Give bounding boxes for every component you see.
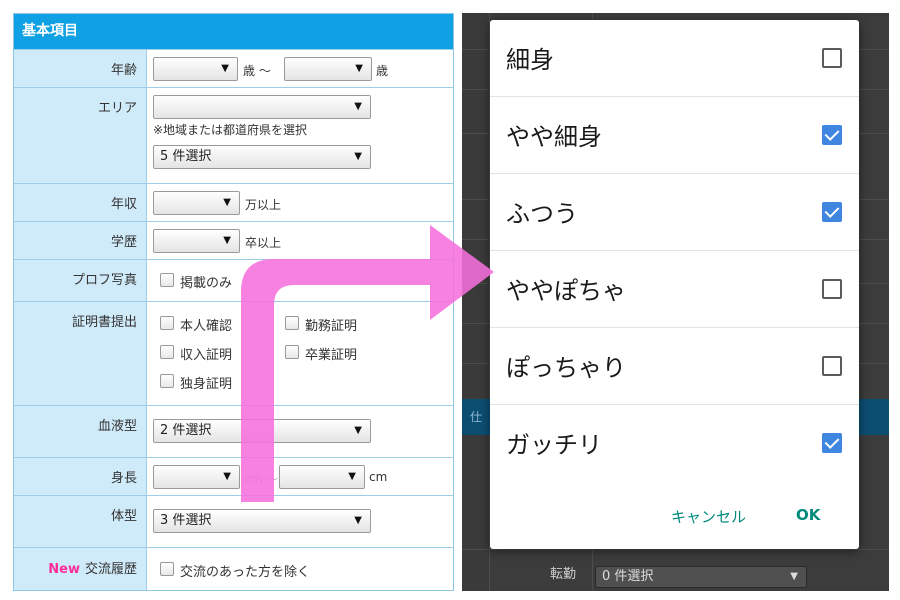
exchange-history-row: New 交流履歴 交流のあった方を除く bbox=[14, 547, 453, 590]
triangle-down-icon: ▼ bbox=[221, 63, 229, 74]
area-selected-value: 5 件選択 bbox=[160, 149, 212, 164]
transfer-label: 転勤 bbox=[550, 567, 577, 582]
option-checkbox[interactable] bbox=[822, 433, 842, 453]
option-checkbox[interactable] bbox=[822, 125, 842, 145]
triangle-down-icon: ▼ bbox=[790, 571, 798, 582]
option-checkbox[interactable] bbox=[822, 202, 842, 222]
height-from-unit: cm 〜 bbox=[244, 472, 279, 486]
background-row-line bbox=[462, 549, 889, 550]
income-unit: 万以上 bbox=[245, 198, 282, 212]
cert-income-checkbox[interactable] bbox=[160, 345, 174, 359]
height-max-select[interactable]: ▼ bbox=[279, 465, 365, 489]
cert-single-checkbox[interactable] bbox=[160, 374, 174, 388]
option-checkbox[interactable] bbox=[822, 356, 842, 376]
blood-type-select[interactable]: 2 件選択 ▼ bbox=[153, 419, 371, 443]
ok-button[interactable]: OK bbox=[796, 506, 820, 524]
certificates-label: 証明書提出 bbox=[14, 302, 147, 405]
dialog-option[interactable]: やや細身 bbox=[490, 97, 859, 174]
age-row: 年齢 ▼ 歳 〜 ▼ 歳 bbox=[14, 49, 453, 87]
option-label: ガッチリ bbox=[506, 431, 602, 459]
age-to-unit: 歳 bbox=[376, 64, 389, 78]
age-max-select[interactable]: ▼ bbox=[284, 57, 372, 81]
section-header: 基本項目 bbox=[14, 14, 453, 49]
education-unit: 卒以上 bbox=[245, 236, 282, 250]
option-label: 細身 bbox=[506, 46, 554, 74]
triangle-down-icon: ▼ bbox=[354, 515, 362, 526]
cert-employment-checkbox[interactable] bbox=[285, 316, 299, 330]
transfer-selected-value: 0 件選択 bbox=[602, 569, 654, 584]
transfer-select[interactable]: 0 件選択 ▼ bbox=[595, 566, 807, 588]
triangle-down-icon: ▼ bbox=[223, 471, 231, 482]
age-min-select[interactable]: ▼ bbox=[153, 57, 238, 81]
area-hint: ※地域または都道府県を選択 bbox=[153, 123, 308, 137]
area-row: エリア ▼ ※地域または都道府県を選択 5 件選択 ▼ bbox=[14, 87, 453, 183]
income-row: 年収 ▼ 万以上 bbox=[14, 183, 453, 221]
background-section-text: 仕 bbox=[470, 410, 483, 424]
cert-single-label: 独身証明 bbox=[180, 377, 233, 392]
triangle-down-icon: ▼ bbox=[355, 63, 363, 74]
exchange-history-label-cell: New 交流履歴 bbox=[14, 548, 147, 590]
option-checkbox[interactable] bbox=[822, 48, 842, 68]
option-label: ぽっちゃり bbox=[506, 354, 626, 382]
triangle-down-icon: ▼ bbox=[354, 425, 362, 436]
blood-type-label: 血液型 bbox=[14, 406, 147, 457]
photo-label: プロフ写真 bbox=[14, 260, 147, 301]
exclude-exchanged-label: 交流のあった方を除く bbox=[180, 565, 311, 580]
body-type-row: 体型 3 件選択 ▼ bbox=[14, 495, 453, 547]
option-checkbox[interactable] bbox=[822, 279, 842, 299]
body-type-selected-value: 3 件選択 bbox=[160, 513, 212, 528]
income-select[interactable]: ▼ bbox=[153, 191, 240, 215]
area-region-select[interactable]: ▼ bbox=[153, 95, 371, 119]
blood-type-selected-value: 2 件選択 bbox=[160, 423, 212, 438]
blood-type-row: 血液型 2 件選択 ▼ bbox=[14, 405, 453, 457]
cert-income-label: 収入証明 bbox=[180, 348, 233, 363]
height-min-select[interactable]: ▼ bbox=[153, 465, 240, 489]
exchange-history-label: 交流履歴 bbox=[84, 562, 137, 577]
triangle-down-icon: ▼ bbox=[354, 101, 362, 112]
triangle-down-icon: ▼ bbox=[348, 471, 356, 482]
new-badge: New bbox=[48, 562, 80, 577]
height-to-unit: cm bbox=[369, 470, 388, 484]
education-select[interactable]: ▼ bbox=[153, 229, 240, 253]
height-label: 身長 bbox=[14, 458, 147, 495]
triangle-down-icon: ▼ bbox=[354, 151, 362, 162]
background-column bbox=[462, 13, 490, 591]
search-form-panel: 基本項目 年齢 ▼ 歳 〜 ▼ 歳 エリア ▼ ※地域または都道府県を選択 5 … bbox=[13, 13, 454, 591]
photo-only-checkbox[interactable] bbox=[160, 273, 174, 287]
triangle-down-icon: ▼ bbox=[223, 197, 231, 208]
exclude-exchanged-checkbox[interactable] bbox=[160, 562, 174, 576]
photo-row: プロフ写真 掲載のみ bbox=[14, 259, 453, 301]
dialog-option[interactable]: 細身 bbox=[490, 20, 859, 97]
option-label: やや細身 bbox=[506, 123, 602, 151]
cert-graduation-label: 卒業証明 bbox=[305, 348, 358, 363]
dialog-option[interactable]: ガッチリ bbox=[490, 405, 859, 482]
cert-employment-label: 勤務証明 bbox=[305, 319, 358, 334]
dialog-option[interactable]: ぽっちゃり bbox=[490, 328, 859, 405]
area-label: エリア bbox=[14, 88, 147, 183]
option-label: ふつう bbox=[506, 200, 578, 228]
education-row: 学歴 ▼ 卒以上 bbox=[14, 221, 453, 259]
triangle-down-icon: ▼ bbox=[223, 235, 231, 246]
dialog-option[interactable]: ふつう bbox=[490, 174, 859, 251]
body-type-label: 体型 bbox=[14, 496, 147, 547]
cert-graduation-checkbox[interactable] bbox=[285, 345, 299, 359]
option-label: ややぽちゃ bbox=[506, 277, 626, 305]
body-type-select[interactable]: 3 件選択 ▼ bbox=[153, 509, 371, 533]
certificates-row: 証明書提出 本人確認 勤務証明 収入証明 卒業証明 独身証明 bbox=[14, 301, 453, 405]
body-type-dialog: 細身 やや細身 ふつう ややぽちゃ ぽっちゃり ガッチリ キャンセル OK bbox=[490, 20, 859, 549]
age-from-unit: 歳 〜 bbox=[243, 64, 271, 78]
dialog-option[interactable]: ややぽちゃ bbox=[490, 251, 859, 328]
height-row: 身長 ▼ cm 〜 ▼ cm bbox=[14, 457, 453, 495]
area-prefecture-select[interactable]: 5 件選択 ▼ bbox=[153, 145, 371, 169]
cancel-button[interactable]: キャンセル bbox=[671, 506, 746, 527]
photo-only-label: 掲載のみ bbox=[180, 276, 233, 291]
education-label: 学歴 bbox=[14, 222, 147, 259]
income-label: 年収 bbox=[14, 184, 147, 221]
age-label: 年齢 bbox=[14, 50, 147, 87]
cert-identity-label: 本人確認 bbox=[180, 319, 233, 334]
cert-identity-checkbox[interactable] bbox=[160, 316, 174, 330]
